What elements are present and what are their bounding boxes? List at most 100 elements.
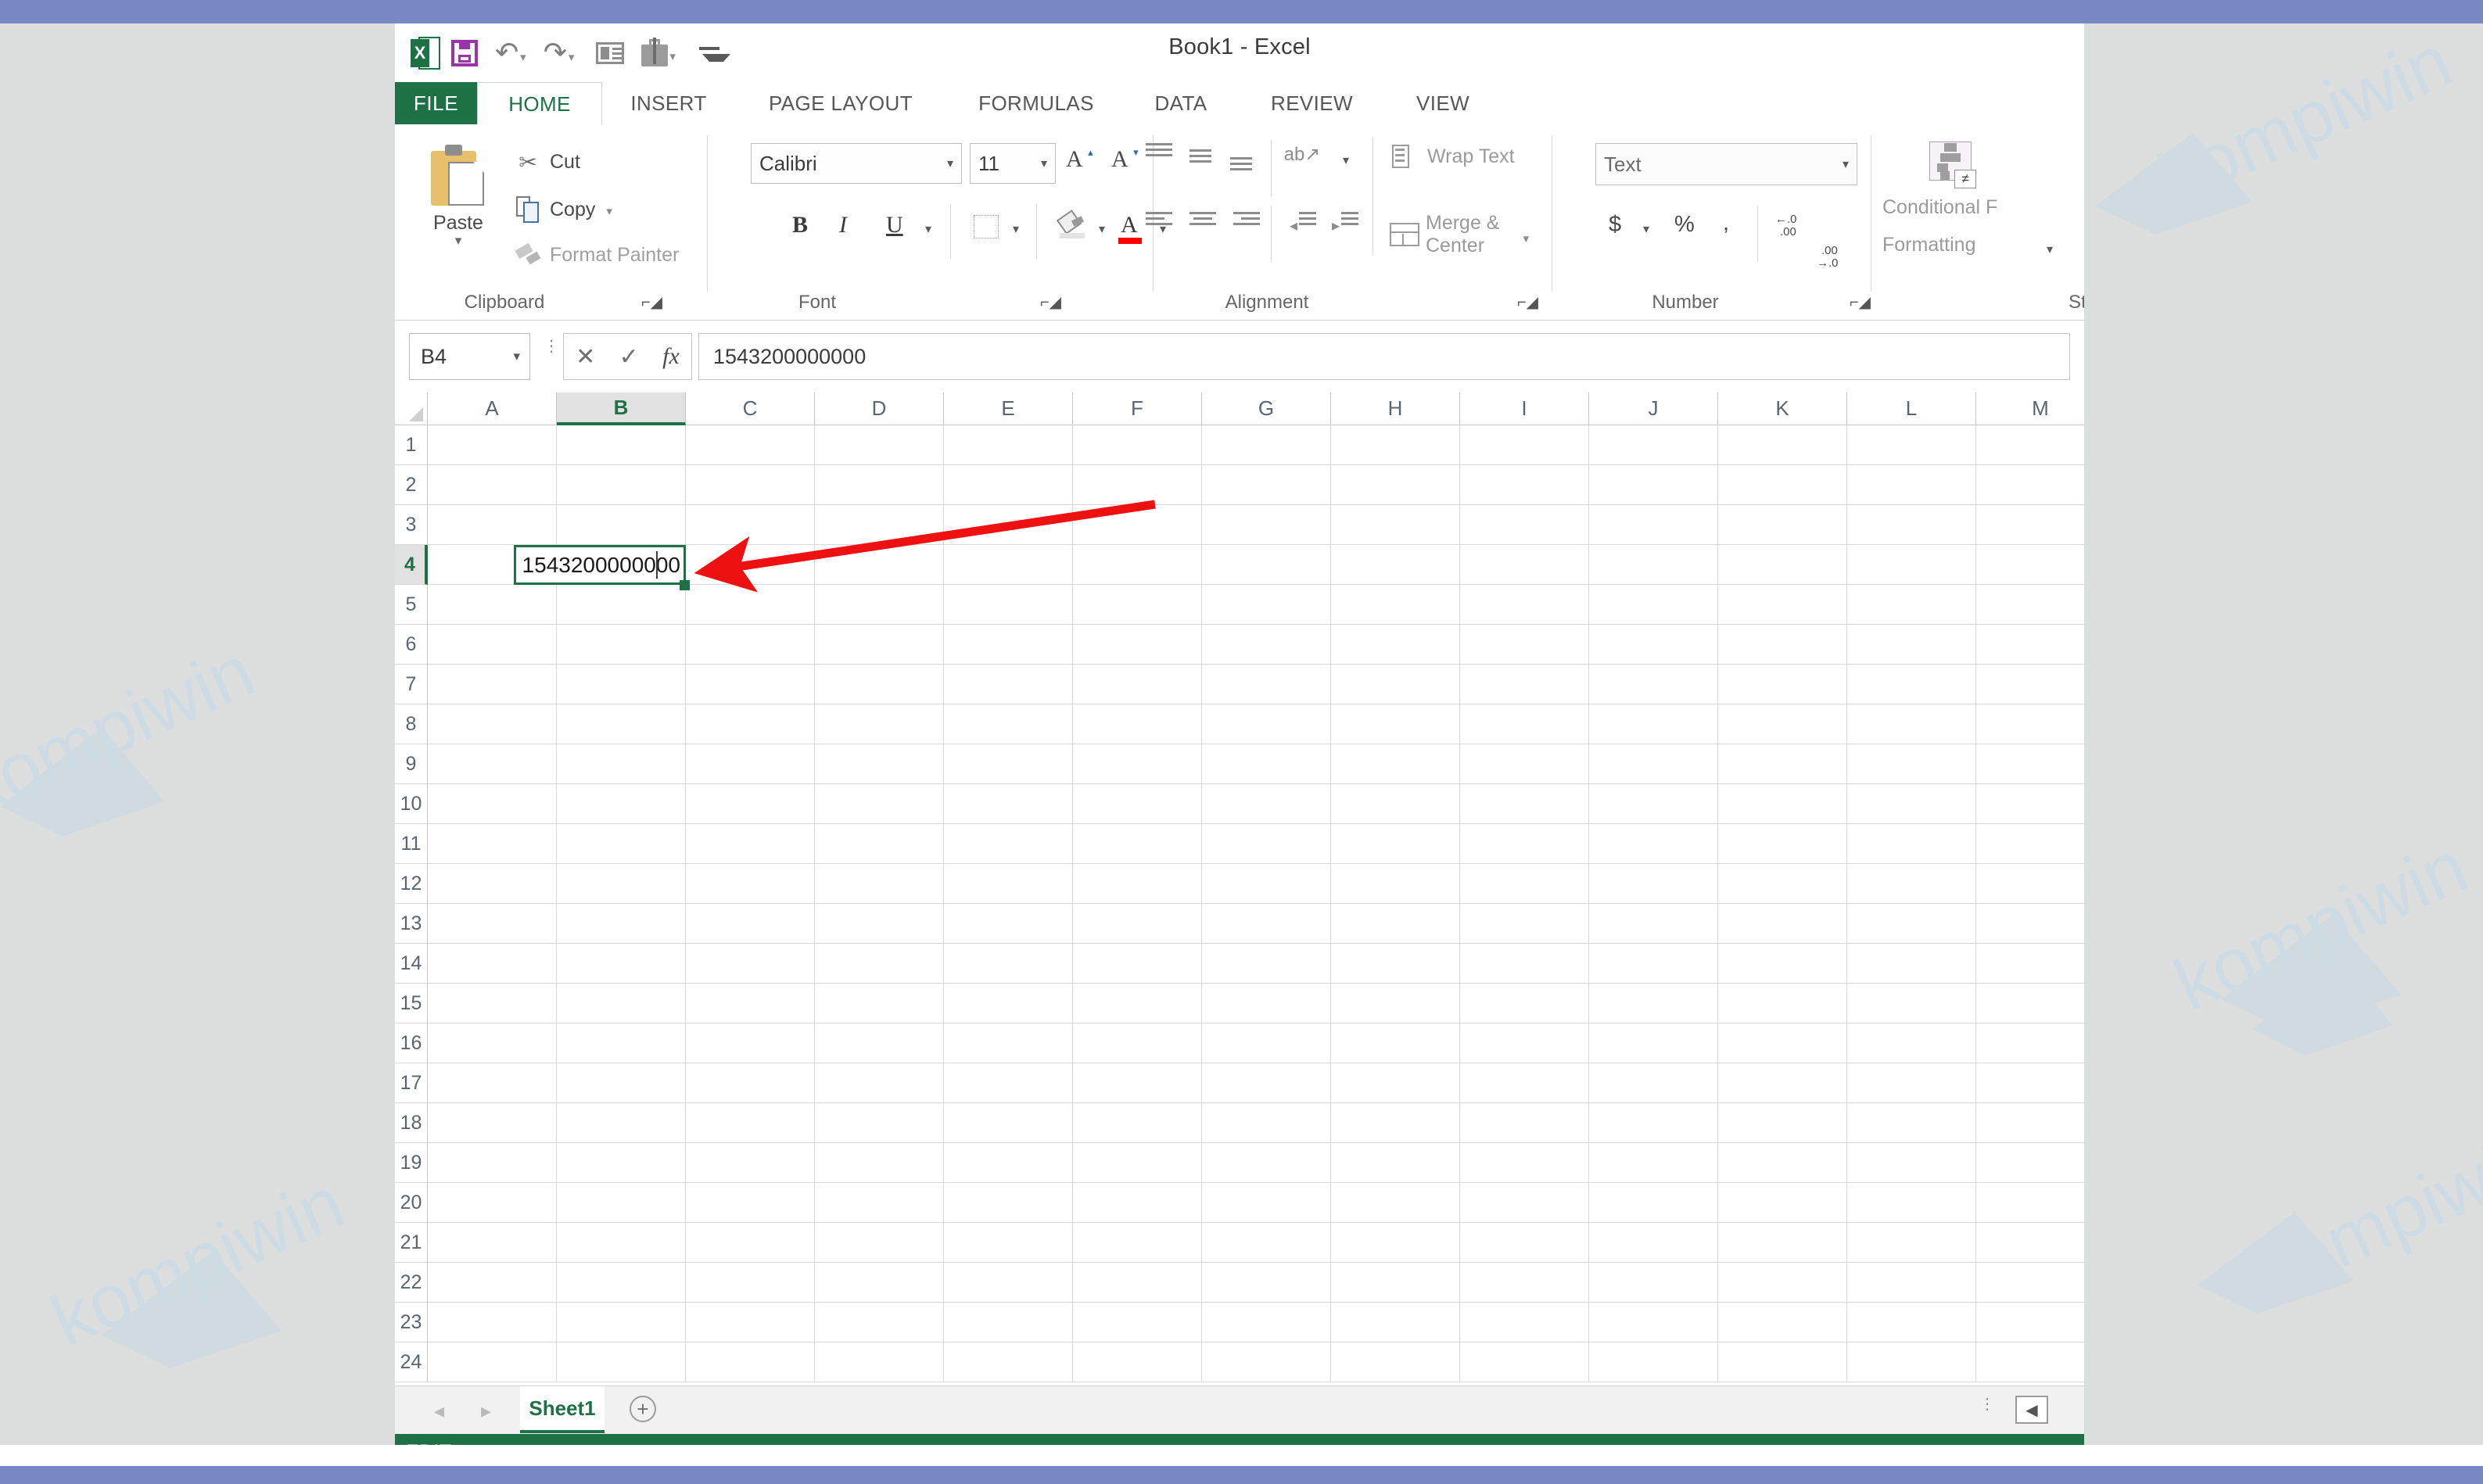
cell-L8[interactable] — [1847, 704, 1976, 744]
font-name-dropdown-icon[interactable]: ▾ — [947, 156, 961, 171]
cell-M4[interactable] — [1976, 545, 2084, 585]
cell-M22[interactable] — [1976, 1263, 2084, 1303]
cell-I9[interactable] — [1460, 744, 1589, 784]
cell-J1[interactable] — [1589, 425, 1718, 465]
cell-H1[interactable] — [1331, 425, 1460, 465]
cell-G6[interactable] — [1202, 625, 1331, 665]
cell-A6[interactable] — [428, 625, 557, 665]
comma-style-button[interactable]: , — [1723, 210, 1729, 236]
cell-C19[interactable] — [686, 1143, 815, 1183]
cell-B14[interactable] — [557, 944, 686, 984]
column-header-c[interactable]: C — [686, 393, 815, 425]
cell-L3[interactable] — [1847, 505, 1976, 545]
add-sheet-button[interactable]: + — [630, 1396, 656, 1422]
cell-A21[interactable] — [428, 1223, 557, 1263]
column-header-d[interactable]: D — [815, 393, 944, 425]
cell-K16[interactable] — [1718, 1023, 1847, 1063]
cell-H16[interactable] — [1331, 1023, 1460, 1063]
cell-A8[interactable] — [428, 704, 557, 744]
cell-H23[interactable] — [1331, 1303, 1460, 1342]
sheet-bar-grip[interactable]: ⋮ — [1979, 1396, 1995, 1412]
merge-center-dropdown-icon[interactable]: ▾ — [1523, 231, 1529, 246]
cell-L23[interactable] — [1847, 1303, 1976, 1342]
cell-D22[interactable] — [815, 1263, 944, 1303]
cell-H6[interactable] — [1331, 625, 1460, 665]
cell-B21[interactable] — [557, 1223, 686, 1263]
column-header-k[interactable]: K — [1718, 393, 1847, 425]
cell-L5[interactable] — [1847, 585, 1976, 625]
cell-L9[interactable] — [1847, 744, 1976, 784]
cell-C14[interactable] — [686, 944, 815, 984]
font-dialog-launcher[interactable]: ⌐◢ — [1040, 292, 1061, 312]
cell-J4[interactable] — [1589, 545, 1718, 585]
cell-H4[interactable] — [1331, 545, 1460, 585]
cell-H12[interactable] — [1331, 864, 1460, 904]
cell-D7[interactable] — [815, 665, 944, 704]
cell-B23[interactable] — [557, 1303, 686, 1342]
cell-K11[interactable] — [1718, 824, 1847, 864]
cell-C13[interactable] — [686, 904, 815, 944]
cell-D18[interactable] — [815, 1103, 944, 1143]
cell-E3[interactable] — [944, 505, 1073, 545]
column-header-i[interactable]: I — [1460, 393, 1589, 425]
cell-K15[interactable] — [1718, 984, 1847, 1023]
cell-C10[interactable] — [686, 784, 815, 824]
cell-D19[interactable] — [815, 1143, 944, 1183]
formula-input[interactable]: 1543200000000 — [698, 333, 2070, 380]
cell-B12[interactable] — [557, 864, 686, 904]
format-painter-button[interactable]: Format Painter — [512, 243, 679, 267]
cell-A3[interactable] — [428, 505, 557, 545]
row-header-14[interactable]: 14 — [395, 944, 428, 984]
borders-dropdown-icon[interactable]: ▾ — [1013, 221, 1019, 237]
cell-B5[interactable] — [557, 585, 686, 625]
cell-B19[interactable] — [557, 1143, 686, 1183]
column-header-f[interactable]: F — [1073, 393, 1202, 425]
copy-button[interactable]: Copy ▾ — [512, 196, 612, 223]
fill-color-button[interactable] — [1056, 210, 1086, 238]
cell-M24[interactable] — [1976, 1342, 2084, 1382]
cell-L11[interactable] — [1847, 824, 1976, 864]
cell-C3[interactable] — [686, 505, 815, 545]
cell-H24[interactable] — [1331, 1342, 1460, 1382]
cell-C9[interactable] — [686, 744, 815, 784]
cell-K1[interactable] — [1718, 425, 1847, 465]
cell-H3[interactable] — [1331, 505, 1460, 545]
cell-I13[interactable] — [1460, 904, 1589, 944]
cell-D3[interactable] — [815, 505, 944, 545]
cell-E22[interactable] — [944, 1263, 1073, 1303]
cell-I2[interactable] — [1460, 465, 1589, 505]
redo-dropdown-icon[interactable]: ▾ — [569, 50, 575, 64]
row-header-15[interactable]: 15 — [395, 984, 428, 1023]
cell-D17[interactable] — [815, 1063, 944, 1103]
orientation-dropdown-icon[interactable]: ▾ — [1343, 152, 1349, 168]
cell-M18[interactable] — [1976, 1103, 2084, 1143]
cell-K12[interactable] — [1718, 864, 1847, 904]
cell-D14[interactable] — [815, 944, 944, 984]
cell-F23[interactable] — [1073, 1303, 1202, 1342]
cell-B22[interactable] — [557, 1263, 686, 1303]
cell-H5[interactable] — [1331, 585, 1460, 625]
cell-C5[interactable] — [686, 585, 815, 625]
wrap-text-button[interactable]: Wrap Text — [1390, 145, 1515, 168]
tab-home[interactable]: HOME — [477, 82, 602, 125]
cell-L13[interactable] — [1847, 904, 1976, 944]
column-header-g[interactable]: G — [1202, 393, 1331, 425]
row-header-6[interactable]: 6 — [395, 625, 428, 665]
cell-A10[interactable] — [428, 784, 557, 824]
cell-J3[interactable] — [1589, 505, 1718, 545]
cell-J9[interactable] — [1589, 744, 1718, 784]
cell-I6[interactable] — [1460, 625, 1589, 665]
name-box[interactable]: B4 ▾ — [409, 333, 530, 380]
cell-M3[interactable] — [1976, 505, 2084, 545]
cell-M5[interactable] — [1976, 585, 2084, 625]
paste-button[interactable]: Paste ▾ — [415, 145, 501, 249]
cell-H19[interactable] — [1331, 1143, 1460, 1183]
cell-J17[interactable] — [1589, 1063, 1718, 1103]
cell-K13[interactable] — [1718, 904, 1847, 944]
cell-K8[interactable] — [1718, 704, 1847, 744]
cell-D5[interactable] — [815, 585, 944, 625]
row-header-21[interactable]: 21 — [395, 1223, 428, 1263]
row-header-19[interactable]: 19 — [395, 1143, 428, 1183]
cell-F18[interactable] — [1073, 1103, 1202, 1143]
row-header-18[interactable]: 18 — [395, 1103, 428, 1143]
